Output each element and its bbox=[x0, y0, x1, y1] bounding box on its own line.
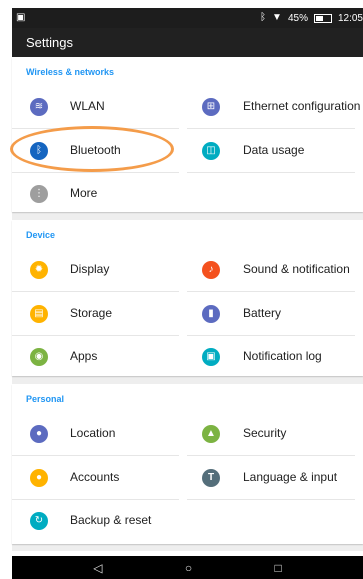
setting-sound[interactable]: ♪ Sound & notification bbox=[187, 248, 363, 292]
setting-more[interactable]: ⋮ More bbox=[12, 172, 187, 216]
setting-notification-log[interactable]: ▣ Notification log bbox=[187, 335, 363, 379]
left-margin bbox=[0, 0, 12, 579]
setting-label: WLAN bbox=[70, 99, 105, 113]
section-header-personal: Personal bbox=[26, 394, 65, 404]
home-icon[interactable]: ○ bbox=[185, 562, 192, 574]
setting-ethernet[interactable]: ⊞ Ethernet configuration bbox=[187, 85, 363, 129]
clock: 12:05 bbox=[337, 12, 363, 24]
more-icon: ⋮ bbox=[30, 185, 48, 203]
setting-label: Data usage bbox=[243, 143, 305, 157]
setting-label: Accounts bbox=[70, 470, 120, 484]
language-icon: T bbox=[202, 469, 220, 487]
status-bar: ▣ ᛒ ▼ 45% 12:05 bbox=[12, 8, 363, 28]
setting-label: Battery bbox=[243, 306, 282, 320]
account-icon: ● bbox=[30, 469, 48, 487]
battery-percent: 45% bbox=[287, 12, 308, 24]
action-bar: Settings bbox=[12, 28, 363, 57]
location-icon: ● bbox=[30, 425, 48, 443]
setting-label: Language & input bbox=[243, 470, 338, 484]
setting-storage[interactable]: ▤ Storage bbox=[12, 292, 187, 336]
ethernet-icon: ⊞ bbox=[202, 98, 220, 116]
setting-label: Apps bbox=[70, 349, 98, 363]
setting-label: Storage bbox=[70, 306, 113, 320]
divider bbox=[187, 172, 355, 173]
setting-security[interactable]: ▲ Security bbox=[187, 412, 363, 456]
storage-icon: ▤ bbox=[30, 305, 48, 323]
bluetooth-icon: ᛒ bbox=[30, 142, 48, 160]
backup-icon: ↻ bbox=[30, 512, 48, 530]
setting-language[interactable]: T Language & input bbox=[187, 456, 363, 500]
section-device: Device ✹ Display ♪ Sound & notification … bbox=[12, 220, 363, 376]
section-personal: Personal ● Location ▲ Security ● Account… bbox=[12, 384, 363, 544]
setting-label: Ethernet configuration bbox=[243, 99, 361, 113]
back-icon[interactable]: ◁ bbox=[93, 562, 102, 574]
battery-icon bbox=[313, 13, 332, 23]
battery-icon: ▮ bbox=[202, 305, 220, 323]
setting-label: Sound & notification bbox=[243, 262, 350, 276]
section-wireless: Wireless & networks ≋ WLAN ⊞ Ethernet co… bbox=[12, 57, 363, 212]
setting-apps[interactable]: ◉ Apps bbox=[12, 335, 187, 379]
settings-screen: ▣ ᛒ ▼ 45% 12:05 Settings Wireless & netw… bbox=[0, 0, 363, 579]
setting-label: Bluetooth bbox=[70, 143, 121, 157]
setting-label: More bbox=[70, 186, 98, 200]
setting-battery[interactable]: ▮ Battery bbox=[187, 292, 363, 336]
bell-icon: ♪ bbox=[202, 261, 220, 279]
setting-data-usage[interactable]: ◫ Data usage bbox=[187, 129, 363, 173]
recents-icon[interactable]: □ bbox=[275, 562, 282, 574]
setting-display[interactable]: ✹ Display bbox=[12, 248, 187, 292]
section-header-wireless: Wireless & networks bbox=[26, 67, 114, 77]
navigation-bar: ◁ ○ □ bbox=[12, 556, 363, 579]
setting-label: Notification log bbox=[243, 349, 322, 363]
section-header-device: Device bbox=[26, 230, 56, 240]
screenshot-notification-icon: ▣ bbox=[16, 12, 26, 23]
setting-label: Backup & reset bbox=[70, 513, 152, 527]
wifi-icon: ▼ bbox=[272, 12, 282, 23]
setting-label: Location bbox=[70, 426, 116, 440]
lock-icon: ▲ bbox=[202, 425, 220, 443]
setting-label: Security bbox=[243, 426, 287, 440]
setting-label: Display bbox=[70, 262, 110, 276]
setting-backup[interactable]: ↻ Backup & reset bbox=[12, 499, 187, 543]
page-title: Settings bbox=[26, 35, 73, 50]
data-usage-icon: ◫ bbox=[202, 142, 220, 160]
android-icon: ◉ bbox=[30, 348, 48, 366]
notification-log-icon: ▣ bbox=[202, 348, 220, 366]
setting-wlan[interactable]: ≋ WLAN bbox=[12, 85, 187, 129]
settings-list[interactable]: Wireless & networks ≋ WLAN ⊞ Ethernet co… bbox=[12, 57, 363, 551]
bluetooth-icon: ᛒ bbox=[260, 12, 267, 23]
setting-location[interactable]: ● Location bbox=[12, 412, 187, 456]
display-icon: ✹ bbox=[30, 261, 48, 279]
divider bbox=[187, 499, 355, 500]
setting-bluetooth[interactable]: ᛒ Bluetooth bbox=[12, 129, 187, 173]
status-indicators: ᛒ ▼ 45% 12:05 bbox=[260, 13, 363, 24]
setting-accounts[interactable]: ● Accounts bbox=[12, 456, 187, 500]
wifi-icon: ≋ bbox=[30, 98, 48, 116]
